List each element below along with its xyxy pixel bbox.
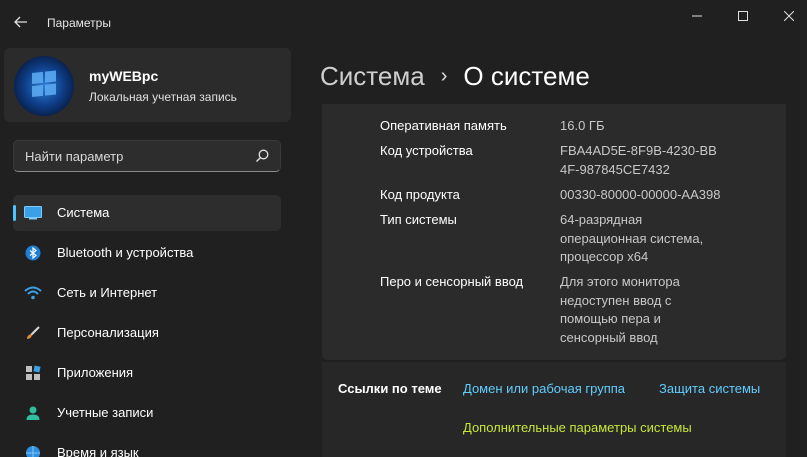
display-icon bbox=[24, 206, 42, 220]
sidebar-item-label: Приложения bbox=[57, 365, 134, 380]
sidebar-item-system[interactable]: Система bbox=[13, 195, 281, 231]
account-type: Локальная учетная запись bbox=[89, 90, 237, 104]
maximize-button[interactable] bbox=[720, 5, 766, 27]
link-domain-workgroup[interactable]: Домен или рабочая группа bbox=[463, 381, 625, 396]
related-links-title: Ссылки по теме bbox=[338, 381, 442, 396]
person-icon bbox=[26, 406, 40, 420]
title-bar: Параметры bbox=[0, 0, 807, 44]
sidebar-item-label: Персонализация bbox=[57, 325, 159, 340]
close-button[interactable] bbox=[766, 5, 807, 27]
link-advanced-system-settings[interactable]: Дополнительные параметры системы bbox=[463, 420, 692, 435]
search-input[interactable]: Найти параметр bbox=[13, 140, 281, 172]
spec-label-ram: Оперативная память bbox=[380, 118, 507, 133]
sidebar-item-label: Bluetooth и устройства bbox=[57, 245, 194, 260]
minimize-button[interactable] bbox=[674, 5, 720, 27]
device-specs-panel: Оперативная память 16.0 ГБ Код устройств… bbox=[322, 104, 786, 360]
brush-icon bbox=[27, 326, 40, 339]
sidebar-item-label: Учетные записи bbox=[57, 405, 154, 420]
maximize-icon bbox=[738, 11, 748, 21]
profile-name: myWEBpc bbox=[89, 68, 159, 84]
spec-label-product-id: Код продукта bbox=[380, 187, 460, 202]
sidebar-item-apps[interactable]: Приложения bbox=[13, 355, 281, 391]
sidebar-item-network[interactable]: Сеть и Интернет bbox=[13, 275, 281, 311]
spec-value-system-type[interactable]: 64-разрядная операционная система, проце… bbox=[560, 211, 730, 267]
spec-value-product-id[interactable]: 00330-80000-00000-AA398 bbox=[560, 186, 760, 205]
profile-card[interactable]: myWEBpc Локальная учетная запись bbox=[4, 48, 291, 122]
sidebar-item-label: Система bbox=[57, 205, 110, 220]
breadcrumb: Система › О системе bbox=[320, 58, 590, 94]
arrow-left-icon bbox=[14, 16, 27, 28]
link-system-protection[interactable]: Защита системы bbox=[659, 381, 760, 396]
spec-value-ram[interactable]: 16.0 ГБ bbox=[560, 117, 760, 136]
minimize-icon bbox=[692, 15, 702, 17]
sidebar-item-time-language[interactable]: Время и язык bbox=[13, 435, 281, 457]
related-links-panel: Ссылки по теме Домен или рабочая группа … bbox=[322, 362, 786, 457]
sidebar-item-label: Время и язык bbox=[57, 445, 139, 457]
spec-label-device-id: Код устройства bbox=[380, 143, 473, 158]
spec-value-pen-touch[interactable]: Для этого монитора недоступен ввод с пом… bbox=[560, 273, 705, 347]
avatar bbox=[14, 56, 74, 116]
page-title: О системе bbox=[463, 60, 590, 91]
spec-label-system-type: Тип системы bbox=[380, 212, 457, 227]
spec-label-pen-touch: Перо и сенсорный ввод bbox=[380, 274, 524, 289]
active-indicator bbox=[13, 205, 16, 221]
bluetooth-icon bbox=[25, 245, 41, 261]
spec-value-device-id[interactable]: FBA4AD5E-8F9B-4230-BB4F-987845CE7432 bbox=[560, 142, 720, 179]
sidebar-item-accounts[interactable]: Учетные записи bbox=[13, 395, 281, 431]
breadcrumb-parent[interactable]: Система bbox=[320, 61, 425, 92]
windows-logo-icon bbox=[32, 70, 56, 97]
globe-icon bbox=[26, 446, 40, 457]
chevron-right-icon: › bbox=[440, 64, 448, 87]
sidebar-item-bluetooth[interactable]: Bluetooth и устройства bbox=[13, 235, 281, 271]
sidebar-item-personalization[interactable]: Персонализация bbox=[13, 315, 281, 351]
search-icon bbox=[256, 149, 269, 162]
sidebar-item-label: Сеть и Интернет bbox=[57, 285, 158, 300]
back-button[interactable] bbox=[8, 10, 34, 34]
search-placeholder: Найти параметр bbox=[25, 149, 124, 164]
app-title: Параметры bbox=[47, 16, 111, 30]
wifi-icon bbox=[24, 286, 42, 300]
close-icon bbox=[784, 11, 794, 21]
apps-icon bbox=[26, 365, 41, 380]
